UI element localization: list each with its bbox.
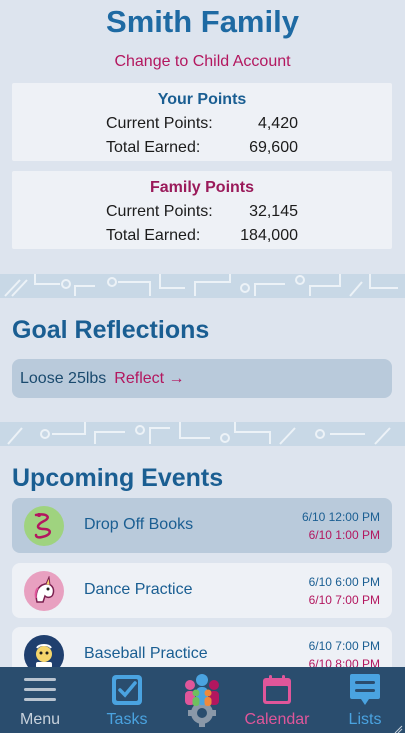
- your-total-earned-row: Total Earned: 69,600: [106, 138, 298, 158]
- event-times: 6/10 12:00 PM 6/10 1:00 PM: [302, 508, 380, 544]
- hamburger-menu-icon: [24, 673, 56, 707]
- family-name-title: Smith Family: [106, 4, 299, 39]
- header: Smith Family Change to Child Account: [0, 0, 405, 72]
- current-points-value: 32,145: [249, 203, 298, 220]
- reflect-link[interactable]: Reflect →: [114, 370, 184, 388]
- nav-menu-label: Menu: [19, 711, 61, 728]
- event-name: Baseball Practice: [84, 645, 208, 662]
- current-points-label: Current Points:: [106, 115, 213, 132]
- event-times: 6/10 6:00 PM 6/10 7:00 PM: [309, 573, 380, 609]
- your-points-card: Your Points Current Points: 4,420 Total …: [12, 83, 392, 161]
- event-start-time: 6/10 7:00 PM: [308, 639, 380, 653]
- family-total-earned-row: Total Earned: 184,000: [106, 226, 298, 246]
- your-current-points-row: Current Points: 4,420: [106, 114, 298, 134]
- nav-lists-label: Lists: [348, 711, 382, 728]
- event-end-time: 6/10 7:00 PM: [308, 593, 380, 607]
- nav-tasks[interactable]: Tasks: [87, 667, 167, 733]
- family-points-card: Family Points Current Points: 32,145 Tot…: [12, 171, 392, 249]
- nav-home[interactable]: [162, 667, 242, 733]
- task-checkbox-icon: [111, 673, 143, 707]
- event-start-time: 6/10 6:00 PM: [308, 575, 380, 589]
- current-points-label: Current Points:: [106, 203, 213, 220]
- calendar-icon: [261, 673, 293, 707]
- event-item[interactable]: Drop Off Books 6/10 12:00 PM 6/10 1:00 P…: [12, 498, 392, 553]
- event-name: Dance Practice: [84, 581, 193, 598]
- event-start-time: 6/10 12:00 PM: [301, 510, 380, 524]
- family-points-title: Family Points: [149, 179, 255, 196]
- total-earned-label: Total Earned:: [106, 227, 201, 244]
- nav-calendar[interactable]: Calendar: [237, 667, 317, 733]
- your-points-title: Your Points: [157, 91, 247, 108]
- nav-calendar-label: Calendar: [244, 711, 310, 728]
- family-current-points-row: Current Points: 32,145: [106, 202, 298, 222]
- goal-reflections-title: Goal Reflections: [12, 316, 210, 344]
- list-bubble-icon: [349, 673, 381, 707]
- change-to-child-account-link[interactable]: Change to Child Account: [114, 52, 290, 72]
- upcoming-events-title: Upcoming Events: [12, 464, 224, 492]
- circuit-divider: [0, 422, 405, 446]
- event-name: Drop Off Books: [84, 516, 194, 533]
- nav-menu[interactable]: Menu: [0, 667, 80, 733]
- resize-handle-icon[interactable]: [393, 721, 403, 733]
- total-earned-label: Total Earned:: [106, 139, 201, 156]
- circuit-divider: [0, 274, 405, 298]
- total-earned-value: 69,600: [249, 139, 298, 156]
- event-end-time: 6/10 1:00 PM: [308, 528, 380, 542]
- current-points-value: 4,420: [257, 115, 298, 132]
- event-item[interactable]: Dance Practice 6/10 6:00 PM 6/10 7:00 PM: [12, 563, 392, 618]
- total-earned-value: 184,000: [240, 227, 298, 244]
- nav-tasks-label: Tasks: [106, 711, 148, 728]
- family-gear-icon: [174, 671, 230, 727]
- goal-item[interactable]: Loose 25lbs Reflect →: [12, 359, 392, 398]
- bottom-nav: Menu Tasks Calendar Lists: [0, 667, 405, 733]
- goal-text: Loose 25lbs: [20, 369, 107, 387]
- unicorn-icon: [24, 571, 64, 611]
- dragon-icon: [24, 506, 64, 546]
